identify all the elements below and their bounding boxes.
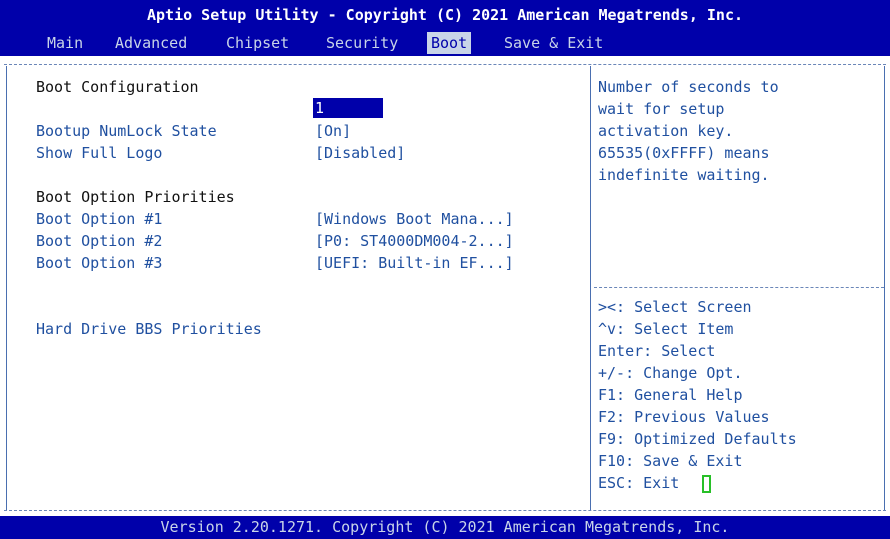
help-description-line: Number of seconds to	[598, 78, 779, 96]
frame-bottom-border	[4, 510, 886, 511]
help-panel-separator	[594, 287, 884, 288]
bios-screen: Aptio Setup Utility - Copyright (C) 2021…	[0, 0, 890, 539]
footer-version: Version 2.20.1271. Copyright (C) 2021 Am…	[0, 516, 890, 539]
bootup-numlock-state-value[interactable]: [On]	[315, 120, 351, 142]
boot-option-priorities-heading: Boot Option Priorities	[36, 188, 235, 206]
boot-option-1-value[interactable]: [Windows Boot Mana...]	[315, 208, 514, 230]
boot-option-3-label[interactable]: Boot Option #3	[36, 252, 162, 274]
hard-drive-bbs-priorities[interactable]: Hard Drive BBS Priorities	[36, 318, 262, 340]
boot-option-1-label[interactable]: Boot Option #1	[36, 208, 162, 230]
boot-option-2-value[interactable]: [P0: ST4000DM004-2...]	[315, 230, 514, 252]
tab-save-exit[interactable]: Save & Exit	[500, 32, 607, 54]
frame-top-border	[4, 64, 886, 65]
help-description-line: indefinite waiting.	[598, 166, 770, 184]
show-full-logo-label[interactable]: Show Full Logo	[36, 142, 162, 164]
key-help-f9: F9: Optimized Defaults	[598, 430, 797, 448]
help-description-line: wait for setup	[598, 100, 725, 118]
text-cursor	[702, 475, 711, 493]
panel-divider	[590, 66, 591, 510]
tab-main[interactable]: Main	[43, 32, 87, 54]
key-help-f10: F10: Save & Exit	[598, 452, 743, 470]
key-help-esc: ESC: Exit	[598, 474, 680, 492]
boot-configuration-heading: Boot Configuration	[36, 78, 199, 96]
show-full-logo-value[interactable]: [Disabled]	[315, 142, 405, 164]
frame-left-border	[6, 66, 7, 510]
key-help-f1: F1: General Help	[598, 386, 743, 404]
key-help-select-screen: ><: Select Screen	[598, 298, 752, 316]
key-help-enter: Enter: Select	[598, 342, 716, 360]
help-description-line: activation key.	[598, 122, 734, 140]
window-title: Aptio Setup Utility - Copyright (C) 2021…	[146, 6, 744, 24]
tab-security[interactable]: Security	[322, 32, 402, 54]
frame-right-border	[884, 66, 885, 510]
tab-advanced[interactable]: Advanced	[111, 32, 191, 54]
help-description-line: 65535(0xFFFF) means	[598, 144, 770, 162]
setup-prompt-timeout-input[interactable]: 1	[313, 98, 383, 118]
setup-prompt-timeout-label[interactable]: Setup Prompt Timeout	[36, 98, 217, 120]
key-help-select-item: ^v: Select Item	[598, 320, 734, 338]
key-help-change-opt: +/-: Change Opt.	[598, 364, 743, 382]
title-bar: Aptio Setup Utility - Copyright (C) 2021…	[0, 0, 890, 56]
tab-boot[interactable]: Boot	[427, 32, 472, 54]
key-help-f2: F2: Previous Values	[598, 408, 770, 426]
boot-option-3-value[interactable]: [UEFI: Built-in EF...]	[315, 252, 514, 274]
tab-chipset[interactable]: Chipset	[222, 32, 293, 54]
bootup-numlock-state-label[interactable]: Bootup NumLock State	[36, 120, 217, 142]
boot-option-2-label[interactable]: Boot Option #2	[36, 230, 162, 252]
